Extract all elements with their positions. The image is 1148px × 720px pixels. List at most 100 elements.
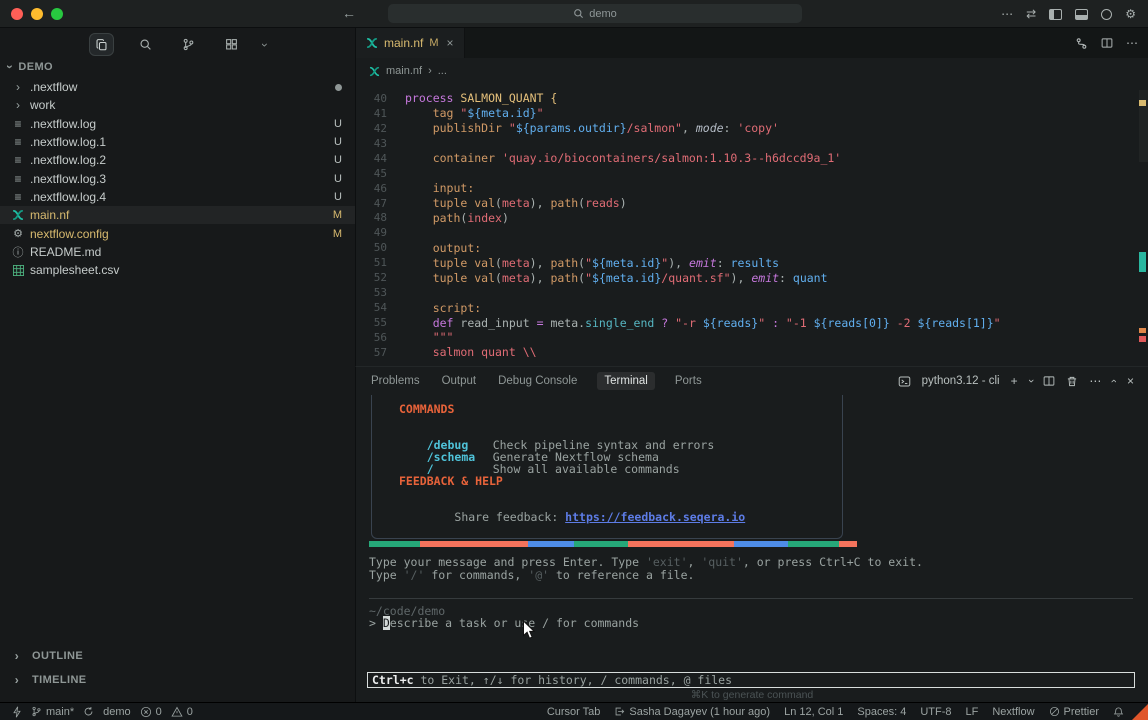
close-panel-icon[interactable]: × <box>1127 375 1134 387</box>
breadcrumb-separator-icon: › <box>428 65 432 77</box>
formatter-status[interactable]: Prettier <box>1049 706 1099 718</box>
feedback-link[interactable]: https://feedback.seqera.io <box>565 510 745 524</box>
encoding[interactable]: UTF-8 <box>920 706 951 718</box>
git-status-badge: U <box>334 136 342 148</box>
panel-controls: python3.12 - cli + › ⋯ › × <box>898 367 1134 395</box>
shell-session-label[interactable]: python3.12 - cli <box>922 375 1000 387</box>
file-item-README.md[interactable]: ⓘ README.md <box>0 243 355 261</box>
gradient-segment <box>528 541 574 547</box>
tab-label: main.nf <box>384 36 423 50</box>
gear-icon: ⚙ <box>13 227 23 240</box>
settings-gear-icon[interactable]: ⚙ <box>1125 8 1136 20</box>
source-control-graph-icon[interactable] <box>1075 37 1088 50</box>
project-name-label: DEMO <box>18 61 53 73</box>
timeline-section[interactable]: › TIMELINE <box>8 671 87 689</box>
log-file-icon: ≡ <box>14 117 21 131</box>
command-center-search[interactable]: demo <box>388 4 802 23</box>
chevron-down-icon[interactable]: › <box>258 43 272 47</box>
remote-indicator[interactable] <box>12 706 22 718</box>
indentation[interactable]: Spaces: 4 <box>857 706 906 718</box>
swap-arrows-icon[interactable]: ⇄ <box>1026 8 1036 20</box>
file-item-samplesheet.csv[interactable]: samplesheet.csv <box>0 261 355 279</box>
traffic-lights <box>11 8 63 20</box>
more-actions-icon[interactable]: ⋯ <box>1001 8 1013 20</box>
explorer-section-header[interactable]: › DEMO <box>8 60 53 74</box>
ruler-marker <box>1139 336 1146 342</box>
file-item-.nextflow.log.3[interactable]: ≡ .nextflow.log.3 U <box>0 169 355 187</box>
code-line-50: 50 output: <box>356 240 1148 255</box>
maximize-window-button[interactable] <box>51 8 63 20</box>
cursor-position[interactable]: Ln 12, Col 1 <box>784 706 843 718</box>
file-item-.nextflow.log.1[interactable]: ≡ .nextflow.log.1 U <box>0 133 355 151</box>
chevron-right-icon: › <box>15 649 19 663</box>
file-item-.nextflow.log.4[interactable]: ≡ .nextflow.log.4 U <box>0 188 355 206</box>
bell-icon <box>1113 706 1124 718</box>
sync-changes[interactable] <box>83 706 94 717</box>
explorer-copy-icon[interactable] <box>89 33 114 56</box>
file-item-.nextflow.log.2[interactable]: ≡ .nextflow.log.2 U <box>0 151 355 169</box>
problems-errors[interactable]: 0 <box>140 706 162 718</box>
panel-tab-output[interactable]: Output <box>440 372 479 390</box>
close-window-button[interactable] <box>11 8 23 20</box>
back-icon[interactable]: ← <box>342 5 356 21</box>
notifications[interactable] <box>1113 706 1124 718</box>
split-terminal-icon[interactable] <box>1043 375 1055 387</box>
tab-main-nf[interactable]: main.nf M × <box>356 28 465 58</box>
language-mode[interactable]: Nextflow <box>992 706 1034 718</box>
split-editor-icon[interactable] <box>1101 37 1113 49</box>
source-control-icon[interactable] <box>177 34 200 55</box>
cursor-tab-toggle[interactable]: Cursor Tab <box>547 706 601 718</box>
chevron-down-icon[interactable]: › <box>1024 379 1036 383</box>
extensions-icon[interactable] <box>220 34 243 55</box>
new-terminal-icon[interactable]: + <box>1011 375 1018 387</box>
panel-tab-ports[interactable]: Ports <box>673 372 704 390</box>
toggle-panel-icon[interactable] <box>1075 9 1088 20</box>
code-line-40: 40 process SALMON_QUANT { <box>356 91 1148 106</box>
code-line-51: 51 tuple val(meta), path("${meta.id}"), … <box>356 255 1148 270</box>
breadcrumb[interactable]: main.nf › ... <box>356 58 1148 84</box>
gradient-segment <box>788 541 839 547</box>
bolt-icon <box>12 706 22 718</box>
panel-tab-debug-console[interactable]: Debug Console <box>496 372 579 390</box>
toggle-sidebar-icon[interactable] <box>1049 9 1062 20</box>
file-item-main.nf[interactable]: main.nf M <box>0 206 355 224</box>
terminal-separator <box>369 598 1133 599</box>
minimize-window-button[interactable] <box>31 8 43 20</box>
command-list: /debugCheck pipeline syntax and errors /… <box>399 427 842 463</box>
account-icon[interactable] <box>1101 9 1112 20</box>
project-label[interactable]: demo <box>103 706 131 718</box>
chevron-expanded-icon: › <box>3 65 17 69</box>
file-item-nextflow.config[interactable]: ⚙ nextflow.config M <box>0 224 355 242</box>
file-item-.nextflow.log[interactable]: ≡ .nextflow.log U <box>0 115 355 133</box>
modified-dot-icon <box>335 84 342 91</box>
terminal-prompt-input[interactable]: > Describe a task or use / for commands <box>369 616 639 630</box>
close-tab-icon[interactable]: × <box>447 36 454 50</box>
file-item-work[interactable]: › work <box>0 96 355 114</box>
trash-icon[interactable] <box>1066 375 1078 388</box>
sidebar: › › DEMO › .nextflow › work ≡ .nextflow.… <box>0 28 355 702</box>
maximize-panel-icon[interactable]: › <box>1108 379 1120 383</box>
file-item-.nextflow[interactable]: › .nextflow <box>0 78 355 96</box>
generate-command-hint: ⌘K to generate command <box>356 689 1148 701</box>
modified-badge: M <box>429 37 438 49</box>
code-editor[interactable]: 40 process SALMON_QUANT { 41 tag "${meta… <box>356 84 1148 366</box>
terminal-help-box: COMMANDS /debugCheck pipeline syntax and… <box>371 395 843 539</box>
search-icon[interactable] <box>134 34 157 55</box>
feedback-label: Share feedback: <box>454 510 565 524</box>
more-actions-icon[interactable]: ⋯ <box>1126 37 1138 49</box>
code-line-42: 42 publishDir "${params.outdir}/salmon",… <box>356 121 1148 136</box>
panel-tab-problems[interactable]: Problems <box>369 372 422 390</box>
git-blame[interactable]: Sasha Dagayev (1 hour ago) <box>614 706 770 718</box>
breadcrumb-symbol: ... <box>438 65 447 77</box>
problems-warnings[interactable]: 0 <box>171 706 193 718</box>
search-icon <box>573 8 584 19</box>
prompt-placeholder: Describe a task or use / for commands <box>383 616 639 630</box>
git-branch-status[interactable]: main* <box>31 706 74 718</box>
eol-sequence[interactable]: LF <box>966 706 979 718</box>
outline-section[interactable]: › OUTLINE <box>8 647 87 665</box>
file-tree: › .nextflow › work ≡ .nextflow.log U ≡ .… <box>0 78 355 279</box>
terminal-icon <box>898 375 911 388</box>
panel-tab-terminal[interactable]: Terminal <box>597 372 654 390</box>
gradient-segment <box>734 541 788 547</box>
more-actions-icon[interactable]: ⋯ <box>1089 375 1101 387</box>
